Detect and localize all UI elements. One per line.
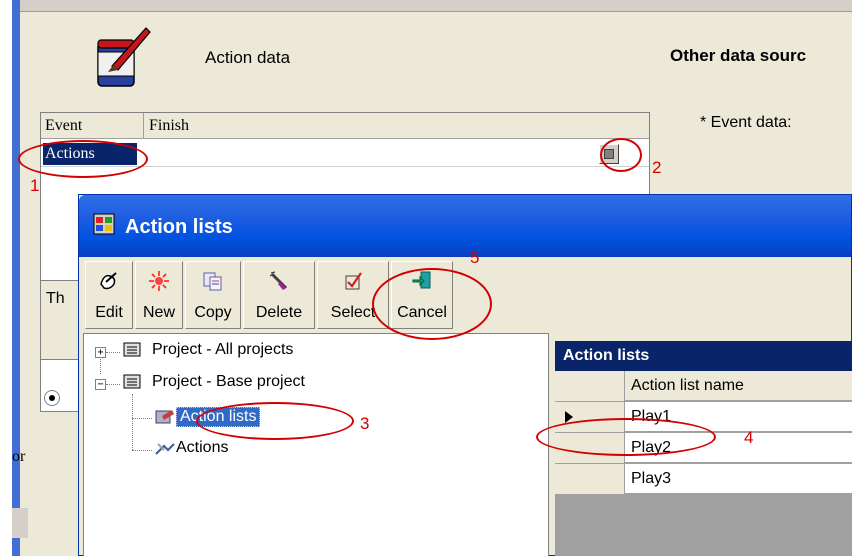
column-header-event: Event	[45, 117, 83, 134]
toolbar-label: Delete	[255, 304, 303, 321]
toolbar-label: Copy	[194, 304, 232, 321]
project-icon	[123, 342, 141, 357]
annotation-number-1: 1	[30, 176, 40, 195]
annotation-number-3: 3	[360, 414, 370, 433]
side-panel-text: Th	[46, 290, 65, 307]
annotation-number-4: 4	[744, 428, 754, 447]
annotation-ellipse-2	[600, 138, 642, 172]
action-data-label: Action data	[205, 48, 291, 67]
toolbar-label: New	[142, 304, 175, 321]
radio-button[interactable]	[44, 390, 60, 406]
dialog-window-icon	[93, 213, 115, 235]
row-indicator	[555, 464, 625, 494]
collapse-toggle[interactable]: −	[95, 379, 106, 390]
table-row[interactable]: Play3	[555, 464, 852, 494]
new-icon	[149, 271, 169, 291]
delete-icon	[269, 271, 288, 290]
edit-icon	[100, 272, 117, 290]
tree-item-actions[interactable]: Actions	[176, 439, 228, 457]
paint-bucket-icon	[97, 27, 151, 87]
action-lists-icon	[155, 410, 174, 424]
expand-toggle[interactable]: +	[95, 347, 106, 358]
annotation-number-5: 5	[470, 248, 480, 267]
annotation-ellipse-5	[372, 268, 492, 340]
other-data-sources-label: Other data sourc	[670, 46, 807, 65]
tree-item-all-projects[interactable]: Project - All projects	[152, 341, 293, 359]
actions-icon	[155, 443, 175, 455]
delete-button[interactable]: Delete	[243, 261, 315, 329]
row-indicator-column	[555, 371, 625, 401]
edit-button[interactable]: Edit	[85, 261, 133, 329]
toolbar-label: Edit	[95, 304, 123, 321]
grid-header-row: Action list name	[555, 371, 852, 401]
new-button[interactable]: New	[135, 261, 183, 329]
annotation-ellipse-3	[196, 402, 354, 440]
grid-empty-area	[555, 521, 852, 556]
grid-title: Action lists	[555, 341, 852, 371]
tree-item-base-project[interactable]: Project - Base project	[152, 373, 305, 391]
annotation-ellipse-1	[18, 140, 148, 178]
annotation-number-2: 2	[652, 158, 662, 177]
dialog-title: Action lists	[125, 216, 233, 238]
annotation-ellipse-4	[536, 418, 716, 456]
event-grid-header: Event Finish	[41, 113, 649, 139]
project-icon	[123, 374, 141, 389]
column-header-finish: Finish	[149, 117, 190, 134]
action-list-cell[interactable]: Play3	[631, 470, 671, 488]
action-lists-dialog: Action lists Edit New Copy Delete Select…	[78, 194, 852, 556]
window-border	[12, 0, 20, 556]
column-header-action-list-name[interactable]: Action list name	[631, 377, 744, 395]
partial-label: or	[12, 448, 26, 465]
copy-button[interactable]: Copy	[185, 261, 241, 329]
event-data-label: * Event data:	[700, 114, 792, 131]
dialog-title-bar[interactable]: Action lists	[79, 195, 851, 257]
copy-icon	[203, 272, 222, 291]
project-tree[interactable]: + Project - All projects − Project - Bas…	[83, 333, 549, 556]
window-top-edge	[20, 0, 852, 12]
window-fragment	[12, 508, 28, 538]
select-icon	[345, 272, 362, 290]
